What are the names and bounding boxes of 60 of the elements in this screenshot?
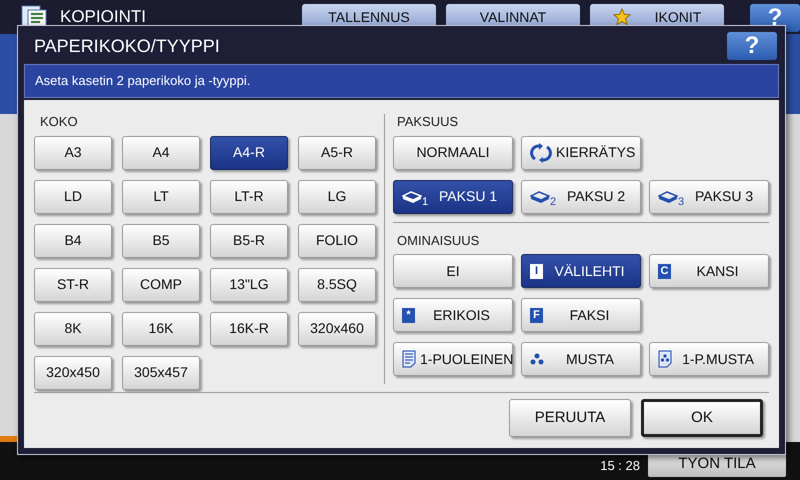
option-button[interactable]: LG xyxy=(298,180,376,214)
option-button[interactable]: A4-R xyxy=(210,136,288,170)
option-button[interactable]: B4 xyxy=(34,224,112,258)
letter-icon: I xyxy=(530,264,543,278)
thickness-number: 3 xyxy=(678,196,684,208)
dots-icon xyxy=(530,353,544,365)
option-button[interactable]: B5 xyxy=(122,224,200,258)
option-button[interactable]: 1-PUOLEINEN xyxy=(393,342,513,376)
letter-icon: C xyxy=(658,264,671,278)
option-button[interactable]: 8.5SQ xyxy=(298,268,376,302)
dialog-title: PAPERIKOKO/TYYPPI xyxy=(34,34,220,58)
option-button[interactable]: 2 PAKSU 2 xyxy=(521,180,641,214)
option-button[interactable]: F FAKSI xyxy=(521,298,641,332)
option-button[interactable]: 3 PAKSU 3 xyxy=(649,180,769,214)
clock-time: 15 : 28 xyxy=(600,457,640,476)
star-icon xyxy=(612,8,631,26)
document-icon xyxy=(402,350,416,368)
dialog-button[interactable]: PERUUTA xyxy=(509,399,631,437)
paper-stack-icon xyxy=(658,190,678,204)
option-button[interactable]: FOLIO xyxy=(298,224,376,258)
option-button[interactable]: 320x450 xyxy=(34,356,112,390)
letter-icon: * xyxy=(402,308,415,322)
document-dots-icon xyxy=(658,350,672,368)
option-button[interactable]: 16K-R xyxy=(210,312,288,346)
option-button[interactable]: COMP xyxy=(122,268,200,302)
paper-stack-icon xyxy=(402,190,422,204)
option-button[interactable]: KIERRÄTYS xyxy=(521,136,641,170)
option-button[interactable]: MUSTA xyxy=(521,342,641,376)
option-button[interactable]: 13"LG xyxy=(210,268,288,302)
option-button[interactable]: NORMAALI xyxy=(393,136,513,170)
option-button[interactable]: 305x457 xyxy=(122,356,200,390)
help-button[interactable]: ? xyxy=(727,32,777,60)
app-title: KOPIOINTI xyxy=(60,8,147,25)
option-button[interactable]: I VÄLILEHTI xyxy=(521,254,641,288)
option-button[interactable]: LD xyxy=(34,180,112,214)
paper-stack-icon xyxy=(530,190,550,204)
option-button[interactable]: B5-R xyxy=(210,224,288,258)
option-button[interactable]: * ERIKOIS xyxy=(393,298,513,332)
section-heading: OMINAISUUS xyxy=(397,232,480,250)
thickness-number: 2 xyxy=(550,196,556,208)
option-button[interactable]: 320x460 xyxy=(298,312,376,346)
recycle-icon xyxy=(530,142,552,162)
message-text: Aseta kasetin 2 paperikoko ja -tyyppi. xyxy=(35,72,250,90)
letter-icon: F xyxy=(530,308,543,322)
option-button[interactable]: A3 xyxy=(34,136,112,170)
option-button[interactable]: A4 xyxy=(122,136,200,170)
option-button[interactable]: LT xyxy=(122,180,200,214)
option-button[interactable]: 16K xyxy=(122,312,200,346)
thickness-number: 1 xyxy=(422,196,428,208)
option-button[interactable]: LT-R xyxy=(210,180,288,214)
option-button[interactable]: ST-R xyxy=(34,268,112,302)
option-button[interactable]: A5-R xyxy=(298,136,376,170)
option-button[interactable]: EI xyxy=(393,254,513,288)
section-heading: KOKO xyxy=(40,113,79,131)
option-button[interactable]: 1-P.MUSTA xyxy=(649,342,769,376)
option-button[interactable]: 8K xyxy=(34,312,112,346)
dialog-button[interactable]: OK xyxy=(641,399,763,437)
option-button[interactable]: C KANSI xyxy=(649,254,769,288)
section-heading: PAKSUUS xyxy=(397,113,460,131)
option-button[interactable]: 1 PAKSU 1 xyxy=(393,180,513,214)
